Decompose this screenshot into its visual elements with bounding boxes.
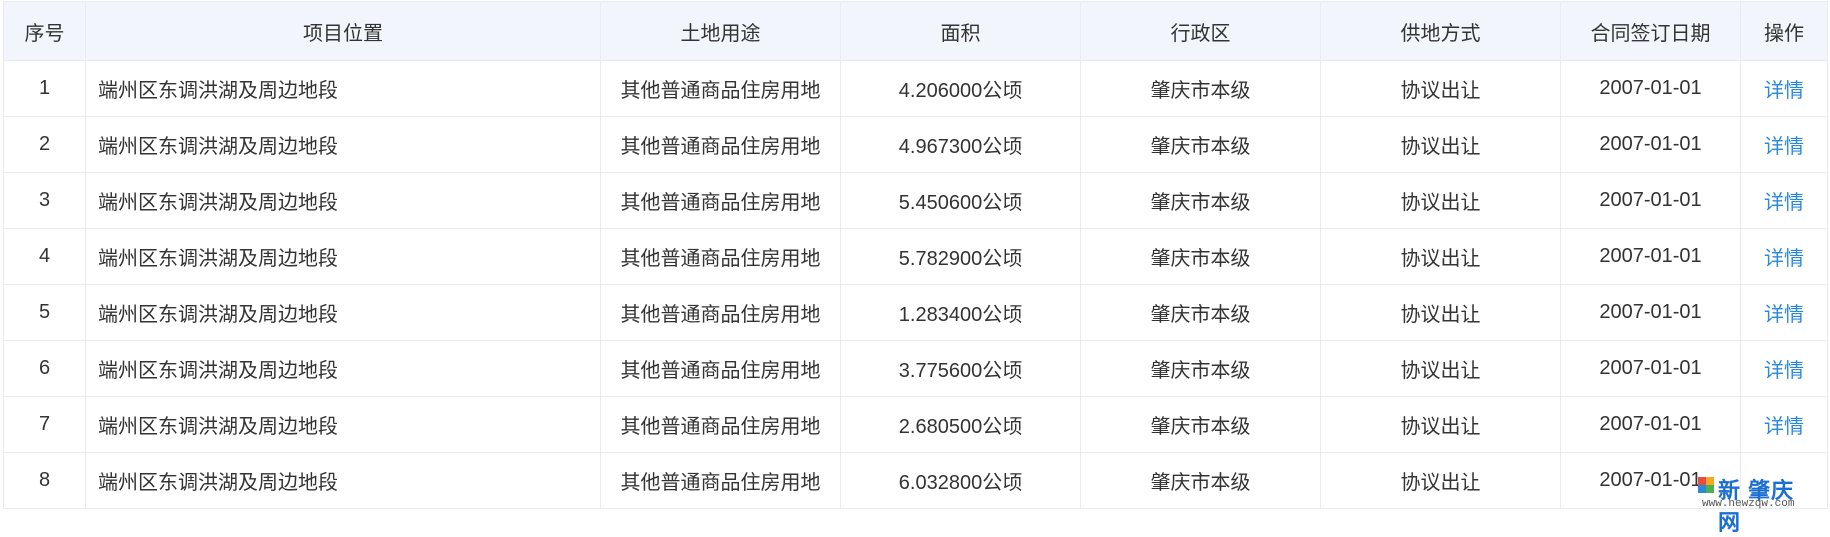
cell-area: 5.450600公顷 [840, 172, 1081, 229]
cell-location: 端州区东调洪湖及周边地段 [85, 116, 601, 173]
header-no: 序号 [3, 1, 86, 61]
cell-area: 3.775600公顷 [840, 340, 1081, 397]
detail-link[interactable]: 详情 [1764, 304, 1804, 326]
cell-action: 详情 [1740, 116, 1828, 173]
detail-link[interactable]: 详情 [1764, 360, 1804, 382]
cell-no: 1 [3, 60, 86, 117]
table-row: 3 端州区东调洪湖及周边地段 其他普通商品住房用地 5.450600公顷 肇庆市… [3, 172, 1828, 229]
cell-supply-method: 协议出让 [1320, 284, 1561, 341]
cell-land-use: 其他普通商品住房用地 [600, 60, 841, 117]
table-row: 4 端州区东调洪湖及周边地段 其他普通商品住房用地 5.782900公顷 肇庆市… [3, 228, 1828, 285]
cell-location: 端州区东调洪湖及周边地段 [85, 284, 601, 341]
cell-no: 3 [3, 172, 86, 229]
cell-contract-date: 2007-01-01 [1560, 60, 1741, 117]
table-row: 7 端州区东调洪湖及周边地段 其他普通商品住房用地 2.680500公顷 肇庆市… [3, 396, 1828, 453]
cell-contract-date: 2007-01-01 [1560, 284, 1741, 341]
cell-district: 肇庆市本级 [1080, 116, 1321, 173]
cell-no: 6 [3, 340, 86, 397]
cell-location: 端州区东调洪湖及周边地段 [85, 172, 601, 229]
table-header: 序号 项目位置 土地用途 面积 行政区 供地方式 合同签订日期 操作 [3, 1, 1828, 61]
cell-location: 端州区东调洪湖及周边地段 [85, 452, 601, 509]
cell-supply-method: 协议出让 [1320, 452, 1561, 509]
cell-contract-date: 2007-01-01 [1560, 172, 1741, 229]
header-row: 序号 项目位置 土地用途 面积 行政区 供地方式 合同签订日期 操作 [3, 1, 1828, 61]
cell-land-use: 其他普通商品住房用地 [600, 284, 841, 341]
detail-link[interactable]: 详情 [1764, 136, 1804, 158]
table-row: 8 端州区东调洪湖及周边地段 其他普通商品住房用地 6.032800公顷 肇庆市… [3, 452, 1828, 509]
detail-link[interactable]: 详情 [1764, 248, 1804, 270]
cell-area: 6.032800公顷 [840, 452, 1081, 509]
cell-no: 4 [3, 228, 86, 285]
cell-district: 肇庆市本级 [1080, 172, 1321, 229]
cell-no: 7 [3, 396, 86, 453]
cell-action: 详情 [1740, 60, 1828, 117]
cell-action: 详情 [1740, 228, 1828, 285]
detail-link[interactable]: 详情 [1764, 416, 1804, 438]
cell-location: 端州区东调洪湖及周边地段 [85, 396, 601, 453]
cell-supply-method: 协议出让 [1320, 60, 1561, 117]
header-area: 面积 [840, 1, 1081, 61]
cell-land-use: 其他普通商品住房用地 [600, 452, 841, 509]
land-supply-table: 序号 项目位置 土地用途 面积 行政区 供地方式 合同签订日期 操作 1 端州区… [3, 1, 1828, 509]
cell-action: 详情 [1740, 340, 1828, 397]
cell-area: 4.206000公顷 [840, 60, 1081, 117]
header-contract-date: 合同签订日期 [1560, 1, 1741, 61]
cell-land-use: 其他普通商品住房用地 [600, 340, 841, 397]
cell-land-use: 其他普通商品住房用地 [600, 172, 841, 229]
table-row: 5 端州区东调洪湖及周边地段 其他普通商品住房用地 1.283400公顷 肇庆市… [3, 284, 1828, 341]
cell-contract-date: 2007-01-01 [1560, 228, 1741, 285]
cell-district: 肇庆市本级 [1080, 452, 1321, 509]
cell-no: 2 [3, 116, 86, 173]
cell-no: 8 [3, 452, 86, 509]
cell-area: 1.283400公顷 [840, 284, 1081, 341]
cell-district: 肇庆市本级 [1080, 60, 1321, 117]
cell-no: 5 [3, 284, 86, 341]
cell-action: 详情 [1740, 172, 1828, 229]
cell-action [1740, 452, 1828, 509]
header-action: 操作 [1740, 1, 1828, 61]
cell-area: 2.680500公顷 [840, 396, 1081, 453]
cell-district: 肇庆市本级 [1080, 396, 1321, 453]
cell-action: 详情 [1740, 284, 1828, 341]
detail-link[interactable]: 详情 [1764, 192, 1804, 214]
cell-district: 肇庆市本级 [1080, 340, 1321, 397]
cell-district: 肇庆市本级 [1080, 284, 1321, 341]
cell-contract-date: 2007-01-01 [1560, 452, 1741, 509]
table-row: 6 端州区东调洪湖及周边地段 其他普通商品住房用地 3.775600公顷 肇庆市… [3, 340, 1828, 397]
cell-location: 端州区东调洪湖及周边地段 [85, 60, 601, 117]
cell-contract-date: 2007-01-01 [1560, 116, 1741, 173]
cell-land-use: 其他普通商品住房用地 [600, 396, 841, 453]
cell-land-use: 其他普通商品住房用地 [600, 116, 841, 173]
cell-location: 端州区东调洪湖及周边地段 [85, 228, 601, 285]
cell-supply-method: 协议出让 [1320, 340, 1561, 397]
cell-area: 4.967300公顷 [840, 116, 1081, 173]
cell-supply-method: 协议出让 [1320, 116, 1561, 173]
cell-supply-method: 协议出让 [1320, 228, 1561, 285]
cell-land-use: 其他普通商品住房用地 [600, 228, 841, 285]
header-location: 项目位置 [85, 1, 601, 61]
cell-location: 端州区东调洪湖及周边地段 [85, 340, 601, 397]
detail-link[interactable]: 详情 [1764, 80, 1804, 102]
header-supply-method: 供地方式 [1320, 1, 1561, 61]
cell-contract-date: 2007-01-01 [1560, 396, 1741, 453]
cell-district: 肇庆市本级 [1080, 228, 1321, 285]
cell-contract-date: 2007-01-01 [1560, 340, 1741, 397]
table-body: 1 端州区东调洪湖及周边地段 其他普通商品住房用地 4.206000公顷 肇庆市… [3, 60, 1828, 509]
table-row: 2 端州区东调洪湖及周边地段 其他普通商品住房用地 4.967300公顷 肇庆市… [3, 116, 1828, 173]
cell-area: 5.782900公顷 [840, 228, 1081, 285]
cell-action: 详情 [1740, 396, 1828, 453]
header-land-use: 土地用途 [600, 1, 841, 61]
cell-supply-method: 协议出让 [1320, 172, 1561, 229]
table-row: 1 端州区东调洪湖及周边地段 其他普通商品住房用地 4.206000公顷 肇庆市… [3, 60, 1828, 117]
header-district: 行政区 [1080, 1, 1321, 61]
cell-supply-method: 协议出让 [1320, 396, 1561, 453]
